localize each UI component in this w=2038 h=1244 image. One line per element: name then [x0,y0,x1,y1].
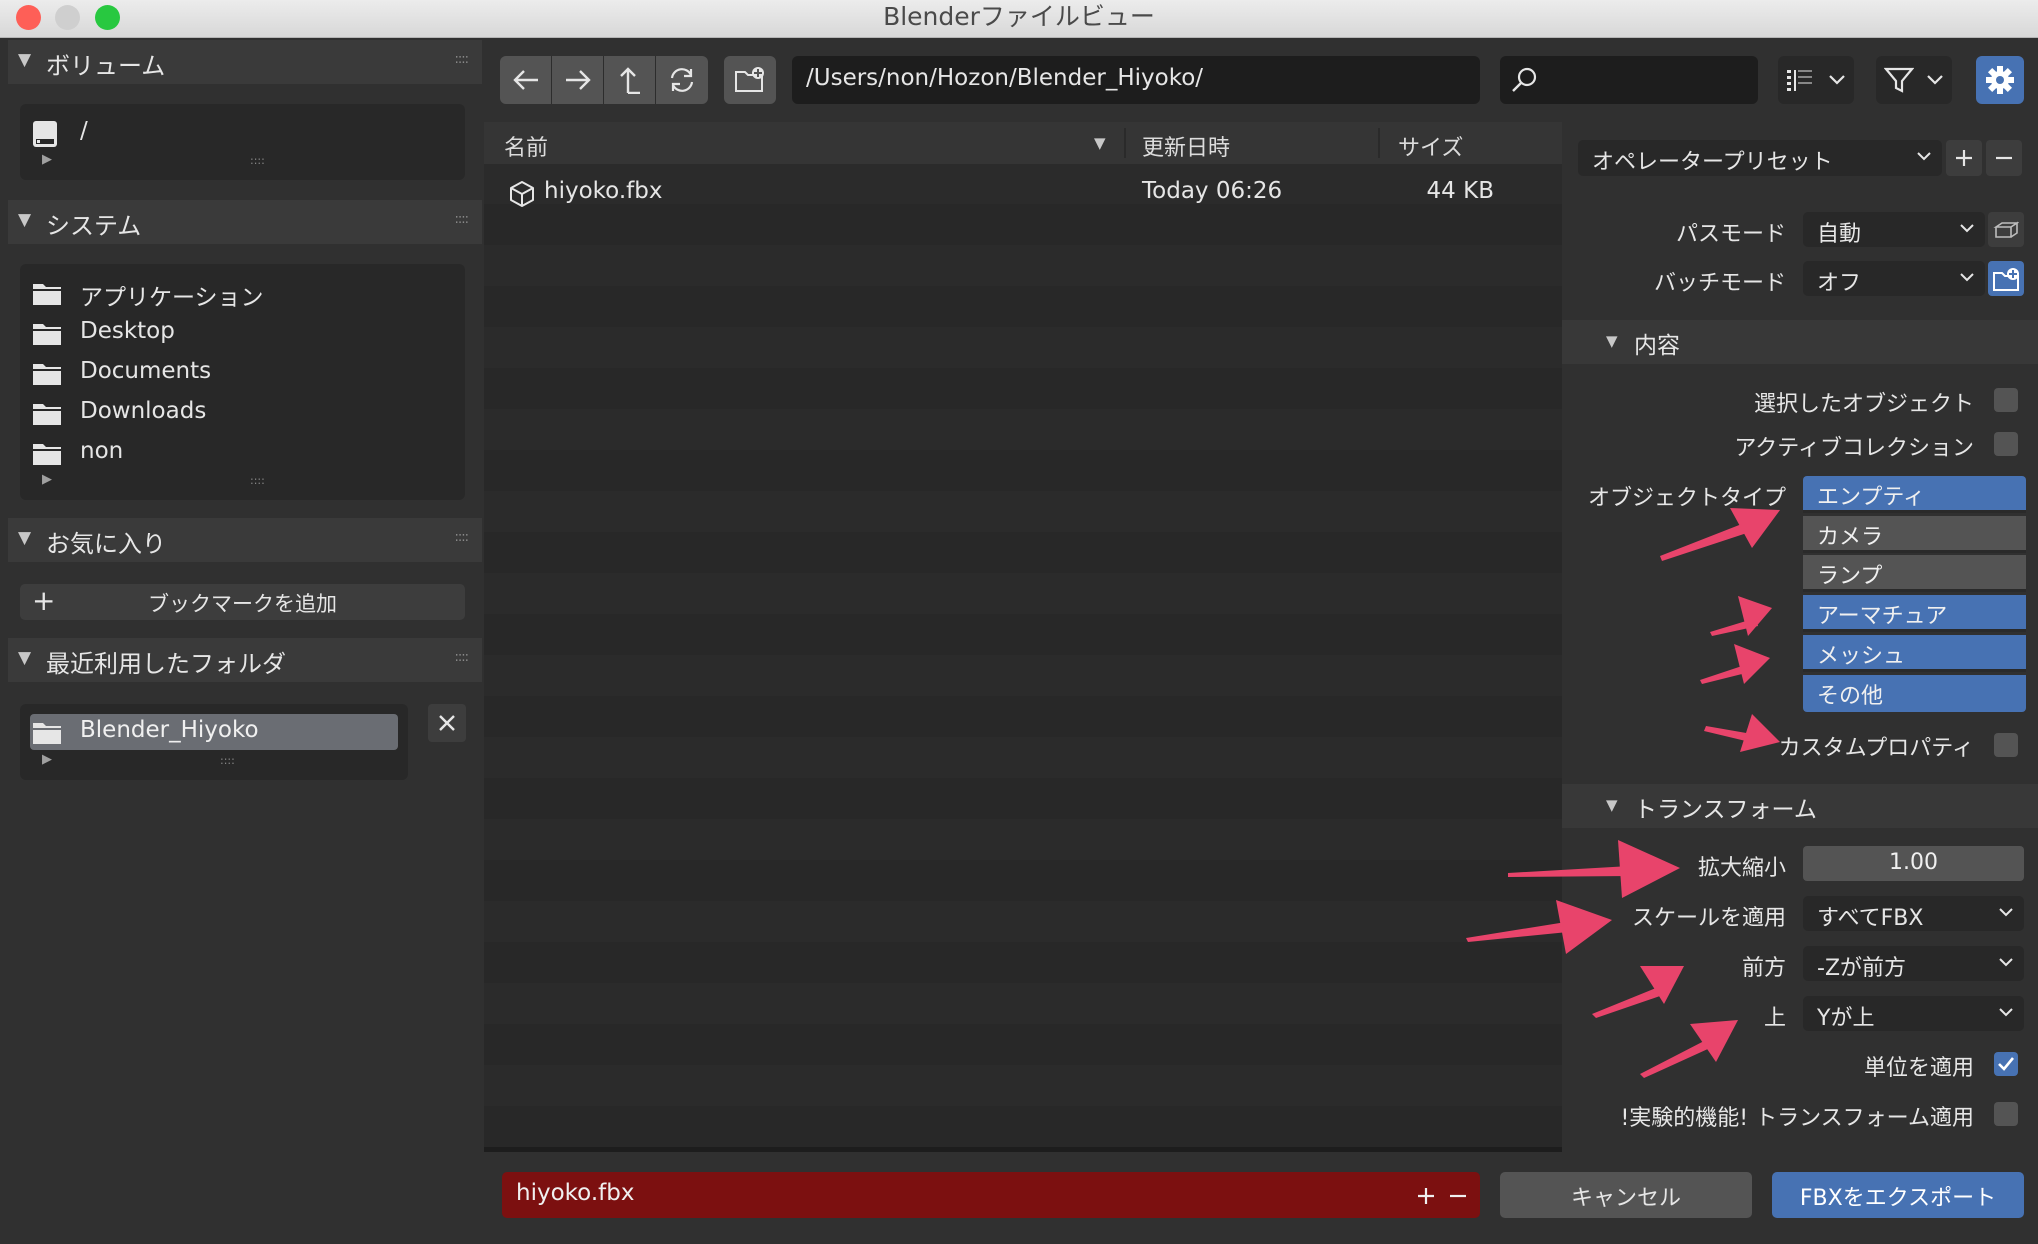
annotation-arrow [1660,508,1780,561]
annotation-arrow [1640,1020,1738,1078]
annotation-arrow [1508,840,1680,898]
annotation-arrow [1710,596,1772,636]
annotation-arrow [1592,966,1684,1018]
annotation-arrow [1700,644,1770,684]
annotation-arrow [1704,714,1780,752]
annotation-arrow [1466,900,1612,954]
annotation-arrows [1466,508,1780,1078]
